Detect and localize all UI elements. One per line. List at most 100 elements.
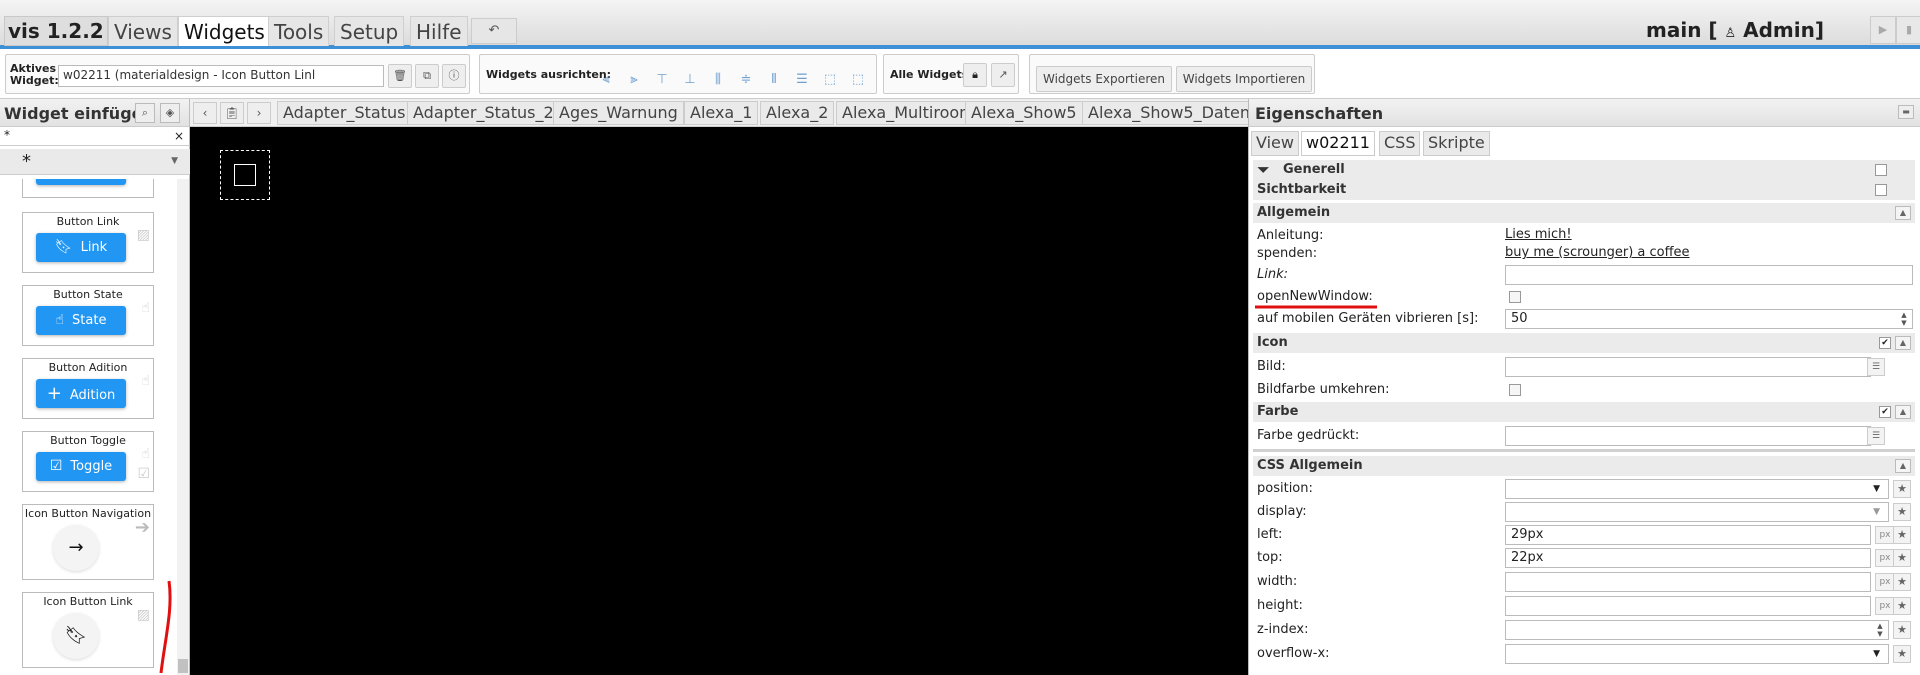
copy-icon[interactable]: ⧉ <box>415 64 439 88</box>
link-input[interactable] <box>1505 265 1913 285</box>
widget-filter-input[interactable]: * × <box>0 128 190 146</box>
import-widgets-button[interactable]: Widgets Importieren <box>1176 66 1312 92</box>
chevron-left-icon[interactable]: ‹ <box>193 102 217 124</box>
external-link-icon[interactable]: ↗ <box>991 63 1015 87</box>
search-icon[interactable]: ⌕ <box>135 103 155 123</box>
collapse-icon[interactable]: ▲ <box>1895 405 1911 419</box>
star-icon[interactable]: ★ <box>1893 480 1911 498</box>
align-center-v-icon[interactable]: ≑ <box>737 71 755 89</box>
menu-tab-hilfe[interactable]: Hilfe <box>410 16 468 46</box>
unit-px[interactable]: px <box>1875 526 1895 544</box>
star-icon[interactable]: ★ <box>1893 549 1911 567</box>
unit-px[interactable]: px <box>1875 549 1895 567</box>
view-tab-adapter-status[interactable]: Adapter_Status <box>277 101 412 125</box>
tab-css[interactable]: CSS <box>1379 131 1421 156</box>
open-new-window-checkbox[interactable] <box>1509 291 1521 303</box>
menu-icon[interactable]: ▮ <box>1896 16 1920 44</box>
height-input[interactable] <box>1505 596 1871 616</box>
section-css-allgemein[interactable]: CSS Allgemein ▲ <box>1253 456 1915 476</box>
view-tab-alexa-2[interactable]: Alexa_2 <box>760 101 835 125</box>
view-tab-alexa-1[interactable]: Alexa_1 <box>684 101 759 125</box>
star-icon[interactable]: ★ <box>1893 621 1911 639</box>
section-icon-checkbox[interactable]: ✔ <box>1879 337 1891 349</box>
left-input[interactable]: 29px <box>1505 525 1871 545</box>
widget-list-scrollbar[interactable] <box>177 179 189 675</box>
section-icon[interactable]: Icon ✔ ▲ <box>1253 333 1915 353</box>
play-icon[interactable]: ▶ <box>1870 16 1896 44</box>
clear-filter-icon[interactable]: × <box>174 129 184 143</box>
anleitung-link[interactable]: Lies mich! <box>1505 227 1572 242</box>
unit-px[interactable]: px <box>1875 597 1895 615</box>
star-icon[interactable]: ★ <box>1893 503 1911 521</box>
list-icon[interactable]: ☰ <box>1867 427 1885 445</box>
collapse-icon[interactable]: ▲ <box>1895 459 1911 473</box>
menu-tab-widgets[interactable]: Widgets <box>178 16 271 46</box>
section-farbe[interactable]: Farbe ✔ ▲ <box>1253 402 1915 422</box>
display-select[interactable]: ▼ <box>1505 502 1889 522</box>
distribute-v-icon[interactable]: ☰ <box>793 71 811 89</box>
info-icon[interactable]: ⓘ <box>442 64 466 88</box>
widget-card-button-adition[interactable]: Button Adition + Adition ☝ <box>22 358 154 419</box>
tab-view[interactable]: View <box>1251 131 1299 156</box>
bild-input[interactable] <box>1505 357 1871 377</box>
z-index-input[interactable]: ▲ ▼ <box>1505 620 1889 640</box>
view-tab-alexa-show5-daten[interactable]: Alexa_Show5_Daten <box>1082 101 1256 125</box>
minimize-icon[interactable]: ▬ <box>1898 105 1914 119</box>
section-allgemein[interactable]: Allgemein ▲ <box>1253 203 1915 223</box>
section-sichtbarkeit-checkbox[interactable] <box>1875 184 1887 196</box>
star-icon[interactable]: ★ <box>1893 573 1911 591</box>
bildfarbe-checkbox[interactable] <box>1509 384 1521 396</box>
menu-tab-setup[interactable]: Setup <box>334 16 405 46</box>
width-input[interactable] <box>1505 572 1871 592</box>
tag-icon[interactable]: ◈ <box>160 103 180 123</box>
same-height-icon[interactable]: ⬚ <box>849 71 867 89</box>
star-icon[interactable]: ★ <box>1893 597 1911 615</box>
align-bottom-icon[interactable]: ⊥ <box>681 71 699 89</box>
align-right-icon[interactable]: ⫸ <box>625 71 643 89</box>
menu-tab-tools[interactable]: Tools <box>268 16 330 46</box>
top-input[interactable]: 22px <box>1505 548 1871 568</box>
section-generell[interactable]: ⏷ Generell <box>1253 160 1915 180</box>
list-icon[interactable]: ☰ <box>1867 358 1885 376</box>
view-tab-adapter-status-2[interactable]: Adapter_Status_2 <box>407 101 560 125</box>
same-width-icon[interactable]: ⬚ <box>821 71 839 89</box>
view-tab-alexa-multiroom[interactable]: Alexa_Multiroom <box>836 101 981 125</box>
widget-card-button-toggle[interactable]: Button Toggle ☑ Toggle ☝ ☑ <box>22 431 154 492</box>
section-farbe-checkbox[interactable]: ✔ <box>1879 406 1891 418</box>
overflow-x-select[interactable]: ▼ <box>1505 644 1889 664</box>
chevron-right-icon[interactable]: › <box>247 102 271 124</box>
menu-tab-views[interactable]: Views <box>108 16 178 46</box>
section-sichtbarkeit[interactable]: Sichtbarkeit <box>1253 180 1915 200</box>
export-widgets-button[interactable]: Widgets Exportieren <box>1036 66 1172 92</box>
distribute-h-icon[interactable]: ⫴ <box>765 71 783 89</box>
star-icon[interactable]: ★ <box>1893 526 1911 544</box>
view-tab-ages-warnung[interactable]: Ages_Warnung <box>553 101 684 125</box>
tab-skripte[interactable]: Skripte <box>1423 131 1490 156</box>
spenden-link[interactable]: buy me (scrounger) a coffee <box>1505 245 1690 260</box>
spinner-icon[interactable]: ▲ ▼ <box>1874 622 1886 640</box>
undo-icon[interactable]: ↶ <box>471 18 517 44</box>
farbe-gedrueckt-input[interactable] <box>1505 426 1871 446</box>
lock-icon[interactable]: 🔒︎ <box>963 63 987 87</box>
align-center-h-icon[interactable]: ⫼ <box>709 71 727 89</box>
widget-card-icon-button-link[interactable]: Icon Button Link 🔖︎ ▨ <box>22 592 154 668</box>
active-widget-select[interactable]: w02211 (materialdesign - Icon Button Lin… <box>58 65 384 87</box>
unit-px[interactable]: px <box>1875 573 1895 591</box>
widget-card-button-state[interactable]: Button State ☝ State ☝ <box>22 285 154 346</box>
star-icon[interactable]: ★ <box>1893 645 1911 663</box>
collapse-icon[interactable]: ▲ <box>1895 206 1911 220</box>
section-generell-checkbox[interactable] <box>1875 164 1887 176</box>
vibrate-input[interactable]: 50 ▲ ▼ <box>1505 309 1913 329</box>
widget-card-partial[interactable]: ➚ Nav <box>22 179 154 198</box>
widget-set-select[interactable]: * ▼ <box>0 149 190 175</box>
selected-widget[interactable] <box>220 150 270 200</box>
widget-card-button-link[interactable]: Button Link 🔖︎ Link ▨ <box>22 212 154 273</box>
clipboard-icon[interactable]: 📋︎ <box>220 102 244 124</box>
view-tab-alexa-show5[interactable]: Alexa_Show5 <box>965 101 1083 125</box>
view-canvas[interactable] <box>190 127 1248 675</box>
align-left-icon[interactable]: ⫷ <box>597 71 615 89</box>
tab-widget[interactable]: w02211 <box>1301 131 1375 156</box>
collapse-icon[interactable]: ▲ <box>1895 336 1911 350</box>
delete-icon[interactable]: 🗑 <box>388 64 412 88</box>
align-top-icon[interactable]: ⊤ <box>653 71 671 89</box>
